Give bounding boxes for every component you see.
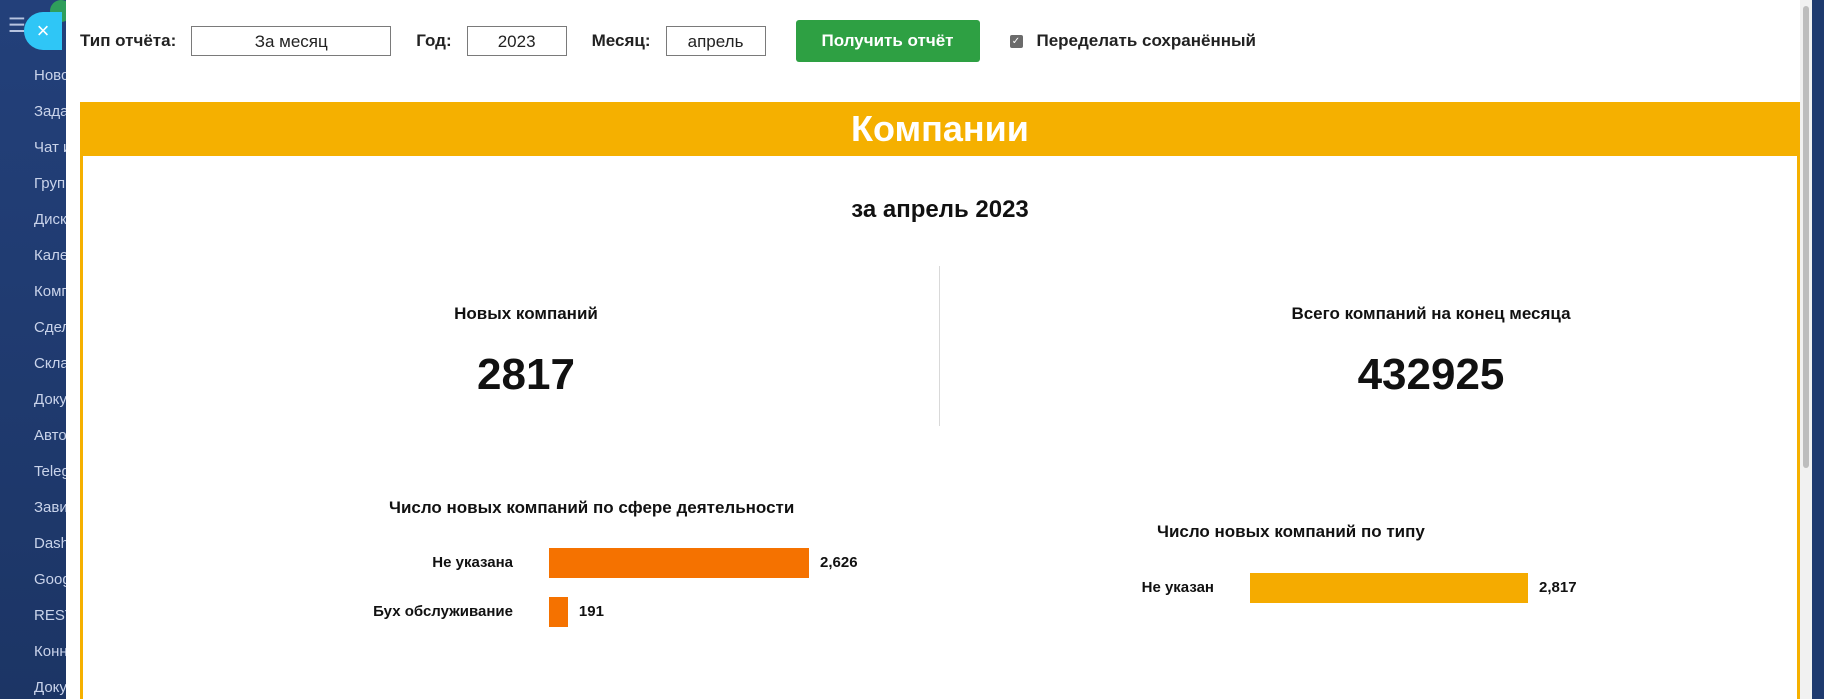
report-panel: Тип отчёта: За месяц Год: 2023 Месяц: ап… [66,0,1812,699]
month-select[interactable]: апрель [665,26,766,56]
sidebar-item[interactable]: Dash [34,532,66,568]
sidebar-item[interactable]: Goog [34,568,66,604]
kpi-total-value: 432925 [1357,350,1505,399]
chart-title: Число новых компаний по сфере деятельнос… [389,498,795,517]
bar [549,548,809,578]
sidebar-item[interactable]: Ново [34,64,66,100]
sidebar-menu: НовоЗадаЧат иГрупДискКалеКомпСделСклаДок… [34,64,66,699]
bar-category-label: Не указан [1141,579,1214,596]
scrollbar-thumb[interactable] [1803,6,1809,468]
report-title: Компании [80,102,1800,156]
kpi-new-companies: Новых компаний 2817 [226,304,826,400]
bar [1250,573,1528,603]
month-label: Месяц: [591,31,651,50]
report-type-label: Тип отчёта: [80,31,177,50]
sidebar-item[interactable]: Доку [34,388,66,424]
year-label: Год: [416,31,452,50]
companies-report: Компании за апрель 2023 Новых компаний 2… [80,102,1800,699]
bar-value-label: 2,626 [820,554,858,571]
kpi-total-companies: Всего компаний на конец месяца 432925 [1131,304,1731,400]
kpi-divider [939,266,940,426]
sidebar-item[interactable]: Кале [34,244,66,280]
bar [549,597,568,627]
sidebar-item[interactable]: Авто [34,424,66,460]
report-toolbar: Тип отчёта: За месяц Год: 2023 Месяц: ап… [80,20,1256,62]
report-type-select[interactable]: За месяц [191,26,392,56]
sidebar-item[interactable]: Скла [34,352,66,388]
bar-category-label: Не указана [432,554,513,571]
kpi-new-value: 2817 [477,350,575,399]
sidebar-item[interactable]: Чат и [34,136,66,172]
sidebar-item[interactable]: Груп [34,172,66,208]
sidebar-item[interactable]: Teleg [34,460,66,496]
sidebar-item[interactable]: REST [34,604,66,640]
redo-saved-checkbox[interactable]: ✓ [1009,34,1023,48]
report-period: за апрель 2023 [851,196,1029,223]
get-report-button[interactable]: Получить отчёт [795,20,980,62]
bar-value-label: 2,817 [1539,579,1577,596]
chart-title: Число новых компаний по типу [1157,522,1425,541]
sidebar-item[interactable]: Сдел [34,316,66,352]
sidebar-item[interactable]: Комп [34,280,66,316]
sidebar-item[interactable]: Конн [34,640,66,676]
kpi-total-label: Всего компаний на конец месяца [1291,304,1571,323]
year-input[interactable]: 2023 [466,26,567,56]
sidebar-item[interactable]: Зави [34,496,66,532]
kpi-new-label: Новых компаний [454,304,598,323]
bar-value-label: 191 [578,603,604,620]
sidebar-item[interactable]: Доку [34,676,66,699]
close-icon[interactable]: × [24,12,62,50]
sidebar: ☰ НовоЗадаЧат иГрупДискКалеКомпСделСклаД… [0,0,66,699]
scrollbar[interactable] [1800,0,1812,699]
sidebar-item[interactable]: Зада [34,100,66,136]
redo-saved-label[interactable]: Переделать сохранённый [1037,31,1256,51]
sidebar-item[interactable]: Диск [34,208,66,244]
bar-category-label: Бух обслуживание [373,603,513,620]
